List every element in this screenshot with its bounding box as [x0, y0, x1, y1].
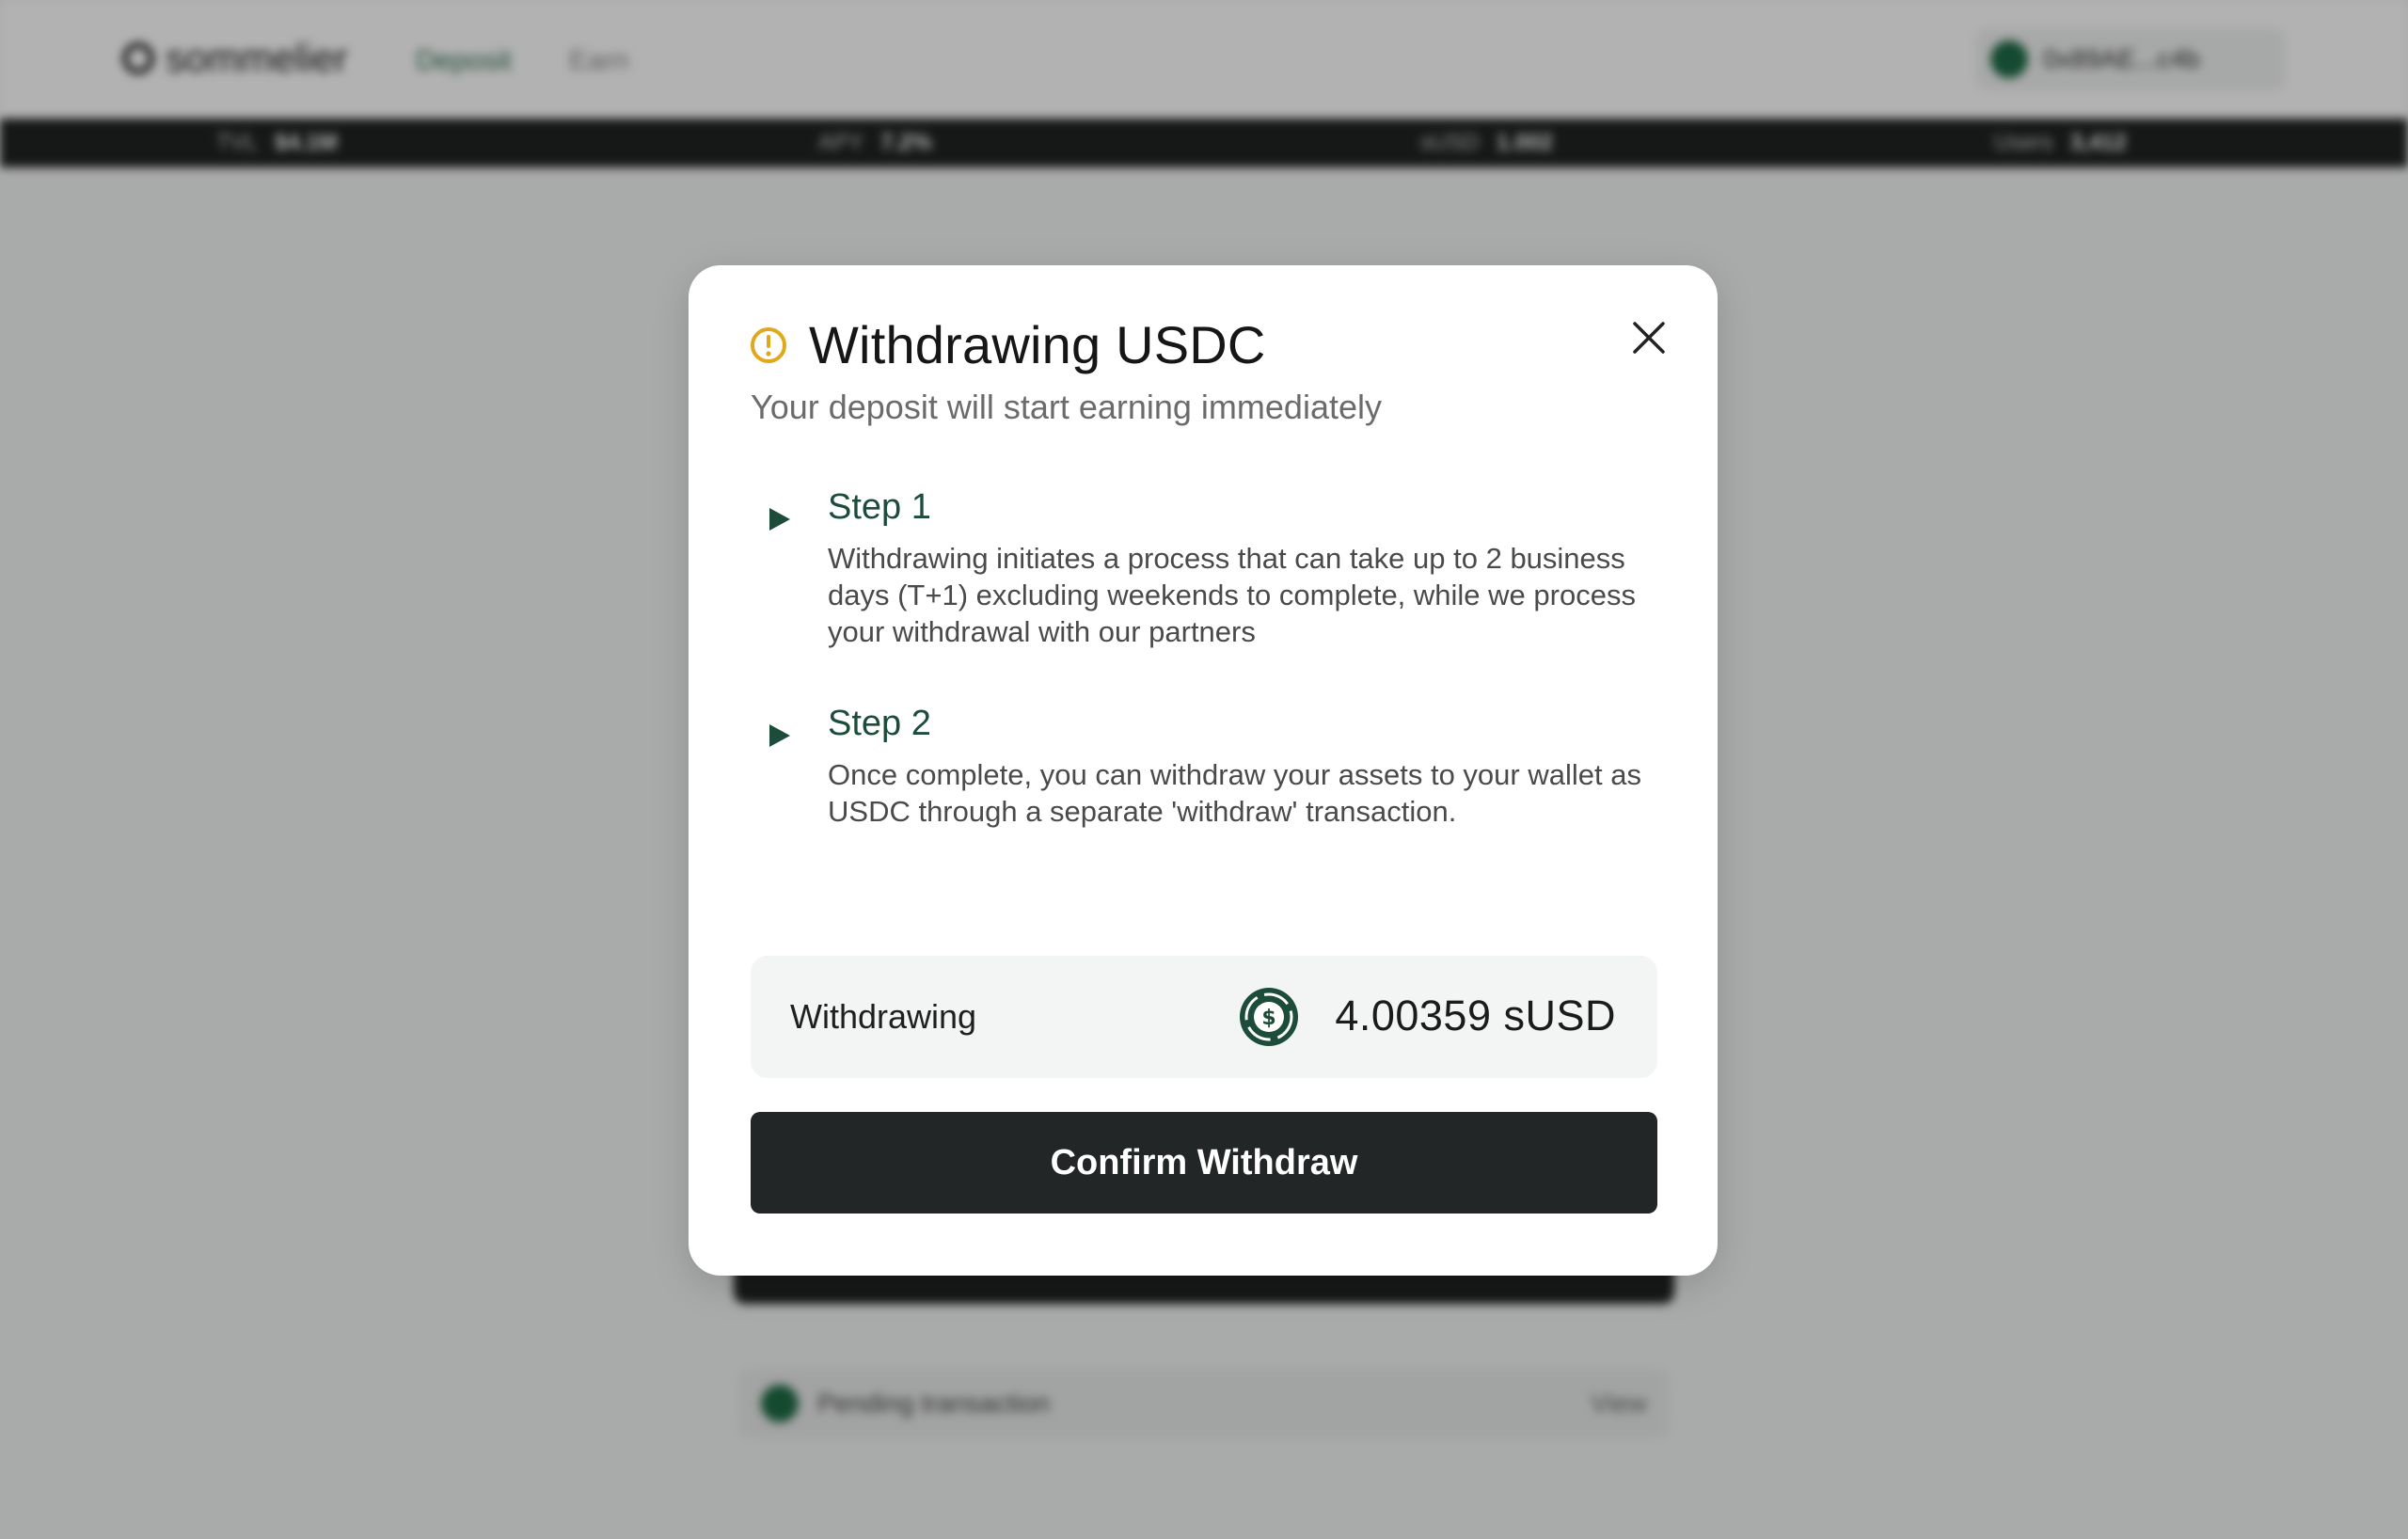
withdraw-modal: Withdrawing USDC Your deposit will start… [689, 265, 1718, 1276]
modal-header: Withdrawing USDC [749, 314, 1266, 375]
modal-title: Withdrawing USDC [809, 315, 1266, 374]
play-triangle-icon [768, 722, 792, 749]
step-description: Withdrawing initiates a process that can… [828, 542, 1636, 648]
close-icon [1633, 322, 1665, 354]
withdraw-label: Withdrawing [790, 997, 977, 1036]
play-triangle-icon [768, 506, 792, 532]
step-title: Step 1 [828, 487, 931, 527]
confirm-withdraw-button[interactable]: Confirm Withdraw [751, 1112, 1657, 1214]
step-description: Once complete, you can withdraw your ass… [828, 758, 1641, 828]
modal-subtitle: Your deposit will start earning immediat… [751, 388, 1382, 426]
step-title: Step 2 [828, 704, 931, 743]
withdraw-amount: 4.00359 sUSD [1335, 992, 1616, 1039]
svg-text:$: $ [1261, 1007, 1275, 1030]
warning-circle-icon [751, 326, 786, 363]
dollar-coin-icon: $ [1238, 986, 1300, 1048]
withdraw-summary: Withdrawing $ 4.00359 sUSD [751, 956, 1657, 1078]
close-button[interactable] [1625, 314, 1672, 361]
